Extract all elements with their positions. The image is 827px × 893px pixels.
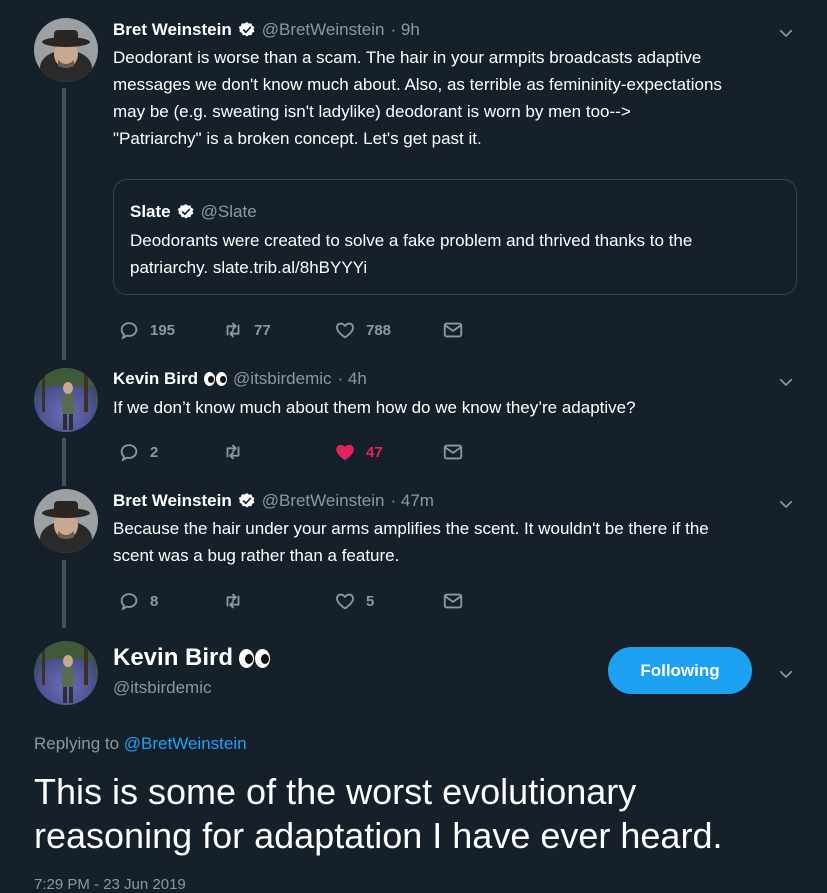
like-icon: [334, 590, 356, 612]
dm-icon: [442, 441, 464, 463]
thread-line: [62, 438, 66, 486]
following-button[interactable]: Following: [608, 647, 752, 694]
reply-icon: [118, 319, 140, 341]
reply-button[interactable]: 2: [118, 441, 222, 463]
avatar[interactable]: [34, 489, 98, 553]
chevron-down-icon[interactable]: [777, 665, 795, 683]
avatar[interactable]: [34, 368, 98, 432]
author-handle[interactable]: @BretWeinstein: [262, 20, 385, 40]
timestamp[interactable]: · 47m: [391, 491, 434, 511]
author-name[interactable]: Bret Weinstein: [113, 491, 232, 511]
tweet-text: Because the hair under your arms amplifi…: [113, 515, 709, 569]
quoted-tweet-text: Deodorants were created to solve a fake …: [130, 227, 692, 281]
like-icon: [334, 441, 356, 463]
eyes-emoji-icon: [204, 372, 228, 386]
retweet-button[interactable]: [222, 441, 334, 463]
author-handle[interactable]: @itsbirdemic: [113, 678, 212, 698]
reply-count: 8: [150, 592, 159, 610]
reply-icon: [118, 441, 140, 463]
reply-icon: [118, 590, 140, 612]
tweet-text: Deodorant is worse than a scam. The hair…: [113, 44, 722, 152]
reply-count: 195: [150, 321, 176, 339]
retweet-button[interactable]: [222, 590, 334, 612]
dm-button[interactable]: [442, 590, 464, 612]
main-text-line: reasoning for adaptation I have ever hea…: [34, 815, 723, 856]
like-count: 47: [366, 443, 383, 461]
author-handle[interactable]: @BretWeinstein: [262, 491, 385, 511]
main-tweet-text: This is some of the worst evolutionary r…: [34, 770, 722, 858]
main-text-line: This is some of the worst evolutionary: [34, 771, 637, 812]
quoted-text-line: patriarchy. slate.trib.al/8hBYYYi: [130, 258, 368, 277]
verified-icon: [238, 21, 256, 39]
author-name[interactable]: Kevin Bird: [113, 644, 233, 672]
retweet-count: 77: [254, 321, 271, 339]
tweet-text-line: may be (e.g. sweating isn't ladylike) de…: [113, 102, 631, 121]
replying-prefix: Replying to: [34, 734, 120, 753]
dm-button[interactable]: [442, 319, 464, 341]
retweet-icon: [222, 319, 244, 341]
retweet-icon: [222, 441, 244, 463]
tweet-text-line: messages we don't know much about. Also,…: [113, 75, 722, 94]
verified-icon: [177, 203, 195, 221]
reply-button[interactable]: 195: [118, 319, 222, 341]
like-icon: [334, 319, 356, 341]
quoted-text-line: Deodorants were created to solve a fake …: [130, 231, 693, 250]
quoted-author-name: Slate: [130, 202, 171, 221]
dm-icon: [442, 590, 464, 612]
retweet-icon: [222, 590, 244, 612]
timestamp[interactable]: · 9h: [391, 20, 420, 40]
main-timestamp[interactable]: 7:29 PM - 23 Jun 2019: [34, 876, 186, 893]
retweet-button[interactable]: 77: [222, 319, 334, 341]
author-handle[interactable]: @itsbirdemic: [233, 369, 332, 389]
reply-button[interactable]: 8: [118, 590, 222, 612]
avatar[interactable]: [34, 641, 98, 705]
quoted-author-handle: @Slate: [200, 202, 257, 221]
tweet-text-line: Deodorant is worse than a scam. The hair…: [113, 48, 702, 67]
tweet-text-line: Because the hair under your arms amplifi…: [113, 519, 709, 538]
timestamp[interactable]: · 4h: [338, 369, 367, 389]
dm-button[interactable]: [442, 441, 464, 463]
tweet-text-line: "Patriarchy" is a broken concept. Let's …: [113, 129, 482, 148]
replying-to: Replying to @BretWeinstein: [34, 734, 247, 754]
chevron-down-icon[interactable]: [777, 24, 795, 42]
thread-line: [62, 88, 66, 360]
chevron-down-icon[interactable]: [777, 373, 795, 391]
reply-count: 2: [150, 443, 159, 461]
dm-icon: [442, 319, 464, 341]
replying-handle-link[interactable]: @BretWeinstein: [124, 734, 247, 753]
chevron-down-icon[interactable]: [777, 495, 795, 513]
author-name[interactable]: Bret Weinstein: [113, 20, 232, 40]
verified-icon: [238, 492, 256, 510]
avatar[interactable]: [34, 18, 98, 82]
eyes-emoji-icon: [239, 648, 271, 668]
like-button[interactable]: 47: [334, 441, 442, 463]
tweet-text-line: If we don’t know much about them how do …: [113, 398, 636, 417]
tweet-text-line: scent was a bug rather than a feature.: [113, 546, 400, 565]
thread-line: [62, 560, 66, 628]
like-count: 788: [366, 321, 392, 339]
quoted-tweet[interactable]: Slate @Slate Deodorants were created to …: [113, 179, 797, 295]
tweet-text: If we don’t know much about them how do …: [113, 394, 636, 421]
author-name[interactable]: Kevin Bird: [113, 369, 198, 389]
like-button[interactable]: 5: [334, 590, 442, 612]
like-count: 5: [366, 592, 375, 610]
like-button[interactable]: 788: [334, 319, 442, 341]
